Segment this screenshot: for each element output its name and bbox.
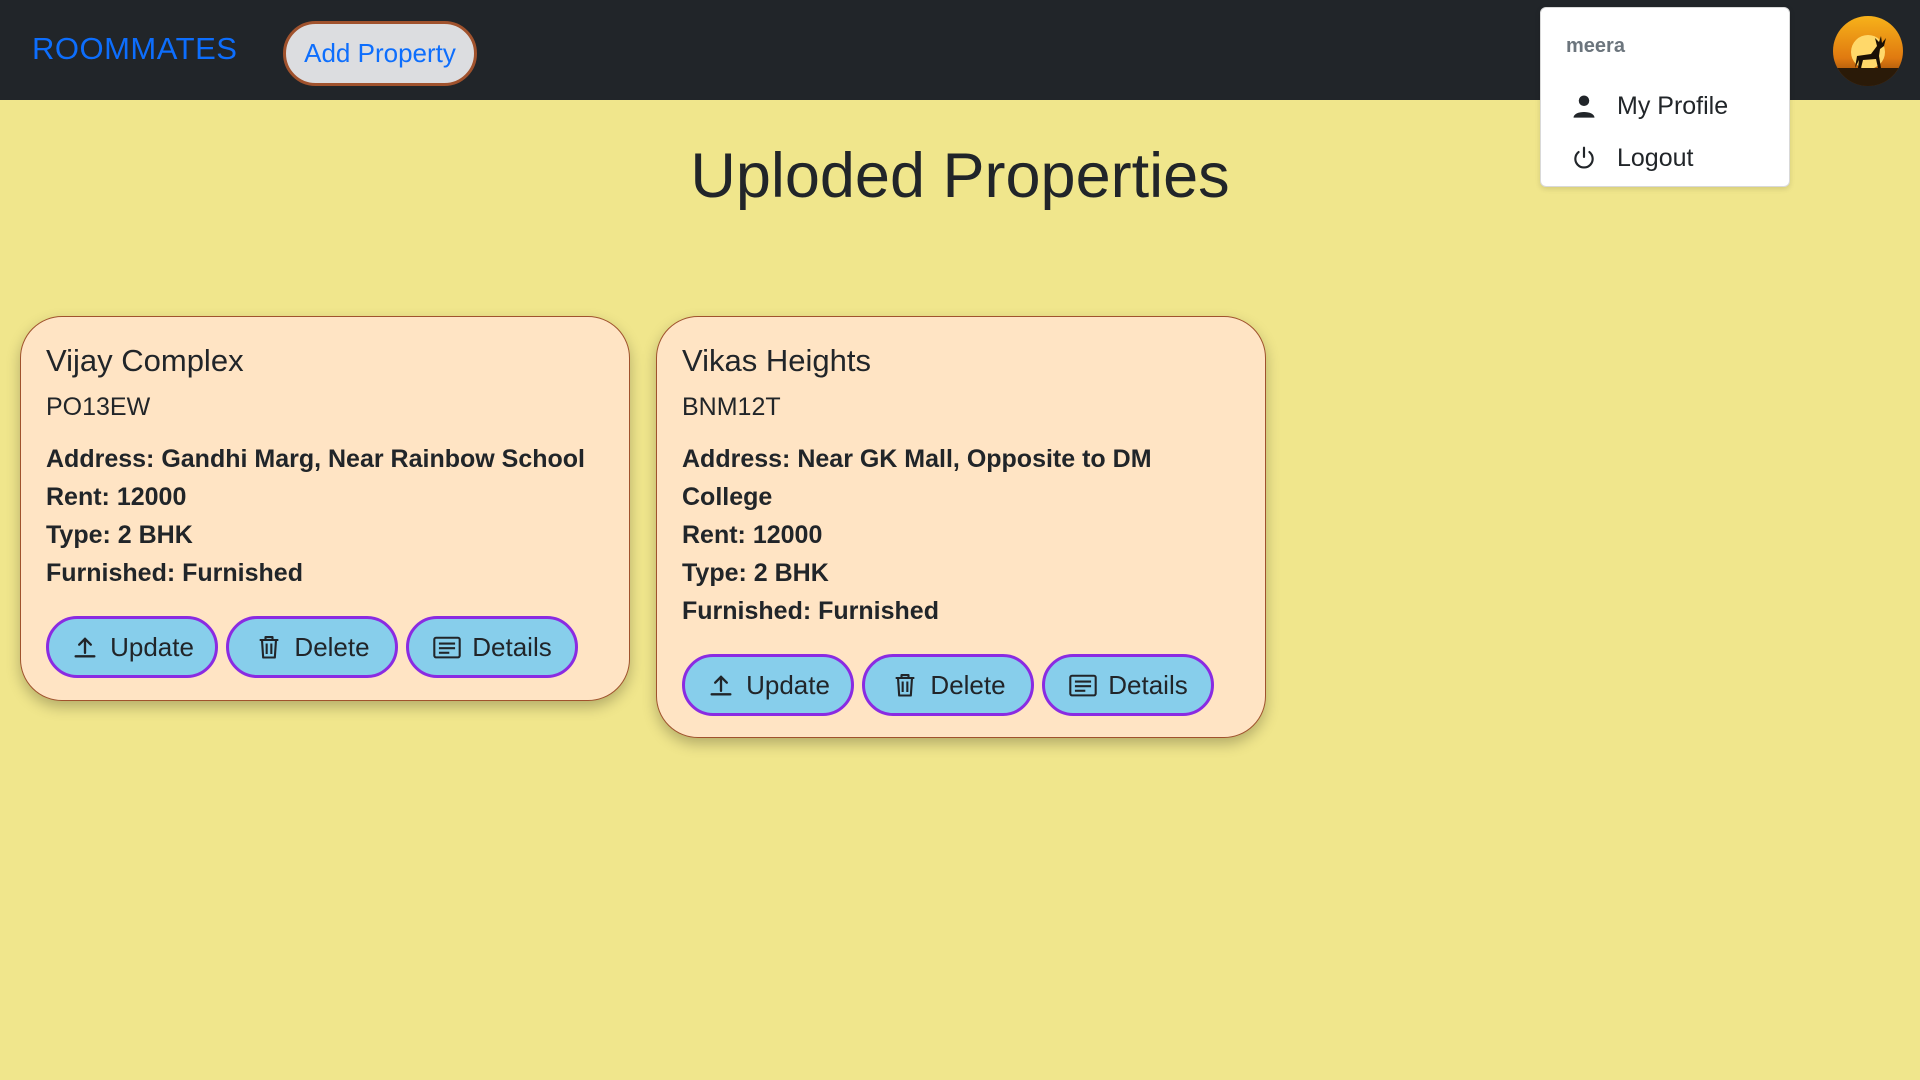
card-actions: Update Delete Details [46,616,604,678]
property-furnished: Furnished: Furnished [46,554,604,592]
document-lines-icon [432,632,462,662]
property-type: Type: 2 BHK [682,554,1240,592]
rent-value: 12000 [752,521,823,549]
update-label: Update [110,631,194,662]
type-label: Type: [46,521,111,549]
property-card: Vijay Complex PO13EW Address: Gandhi Mar… [20,316,630,701]
property-code: BNM12T [682,393,781,421]
property-rent: Rent: 12000 [682,516,1240,554]
page-title: Uploded Properties [690,141,1230,211]
property-address: Address: Gandhi Marg, Near Rainbow Schoo… [46,440,604,478]
dropdown-username: meera [1566,35,1625,57]
update-label: Update [746,669,830,700]
furnished-value: Furnished [182,559,303,587]
deer-sunset-avatar-icon [1833,16,1903,86]
add-property-button[interactable]: Add Property [283,21,477,86]
trash-icon [254,632,284,662]
trash-icon [890,670,920,700]
address-label: Address: [46,445,155,473]
furnished-value: Furnished [818,597,939,625]
update-button[interactable]: Update [46,616,218,678]
details-button[interactable]: Details [1042,654,1214,716]
delete-button[interactable]: Delete [862,654,1034,716]
update-button[interactable]: Update [682,654,854,716]
type-value: 2 BHK [753,559,829,587]
property-type: Type: 2 BHK [46,516,604,554]
upload-icon [706,670,736,700]
property-code: PO13EW [46,393,151,421]
delete-button[interactable]: Delete [226,616,398,678]
document-lines-icon [1068,670,1098,700]
upload-icon [70,632,100,662]
card-actions: Update Delete Details [682,654,1240,716]
delete-label: Delete [294,631,370,662]
delete-label: Delete [930,669,1006,700]
my-profile-label: My Profile [1617,91,1729,120]
furnished-label: Furnished: [46,559,176,587]
type-label: Type: [682,559,747,587]
details-button[interactable]: Details [406,616,578,678]
rent-label: Rent: [46,483,110,511]
address-label: Address: [682,445,791,473]
details-label: Details [472,631,552,662]
type-value: 2 BHK [117,521,193,549]
avatar[interactable] [1833,16,1903,86]
property-furnished: Furnished: Furnished [682,592,1240,630]
address-value: Gandhi Marg, Near Rainbow School [161,445,585,473]
rent-label: Rent: [682,521,746,549]
property-name: Vikas Heights [682,343,871,378]
property-name: Vijay Complex [46,343,244,378]
person-icon [1569,91,1599,121]
property-card: Vikas Heights BNM12T Address: Near GK Ma… [656,316,1266,738]
rent-value: 12000 [116,483,187,511]
property-address: Address: Near GK Mall, Opposite to DM Co… [682,440,1182,516]
brand-link[interactable]: ROOMMATES [32,31,237,67]
my-profile-menu-item[interactable]: My Profile [1541,82,1789,130]
details-label: Details [1108,669,1188,700]
property-rent: Rent: 12000 [46,478,604,516]
furnished-label: Furnished: [682,597,812,625]
